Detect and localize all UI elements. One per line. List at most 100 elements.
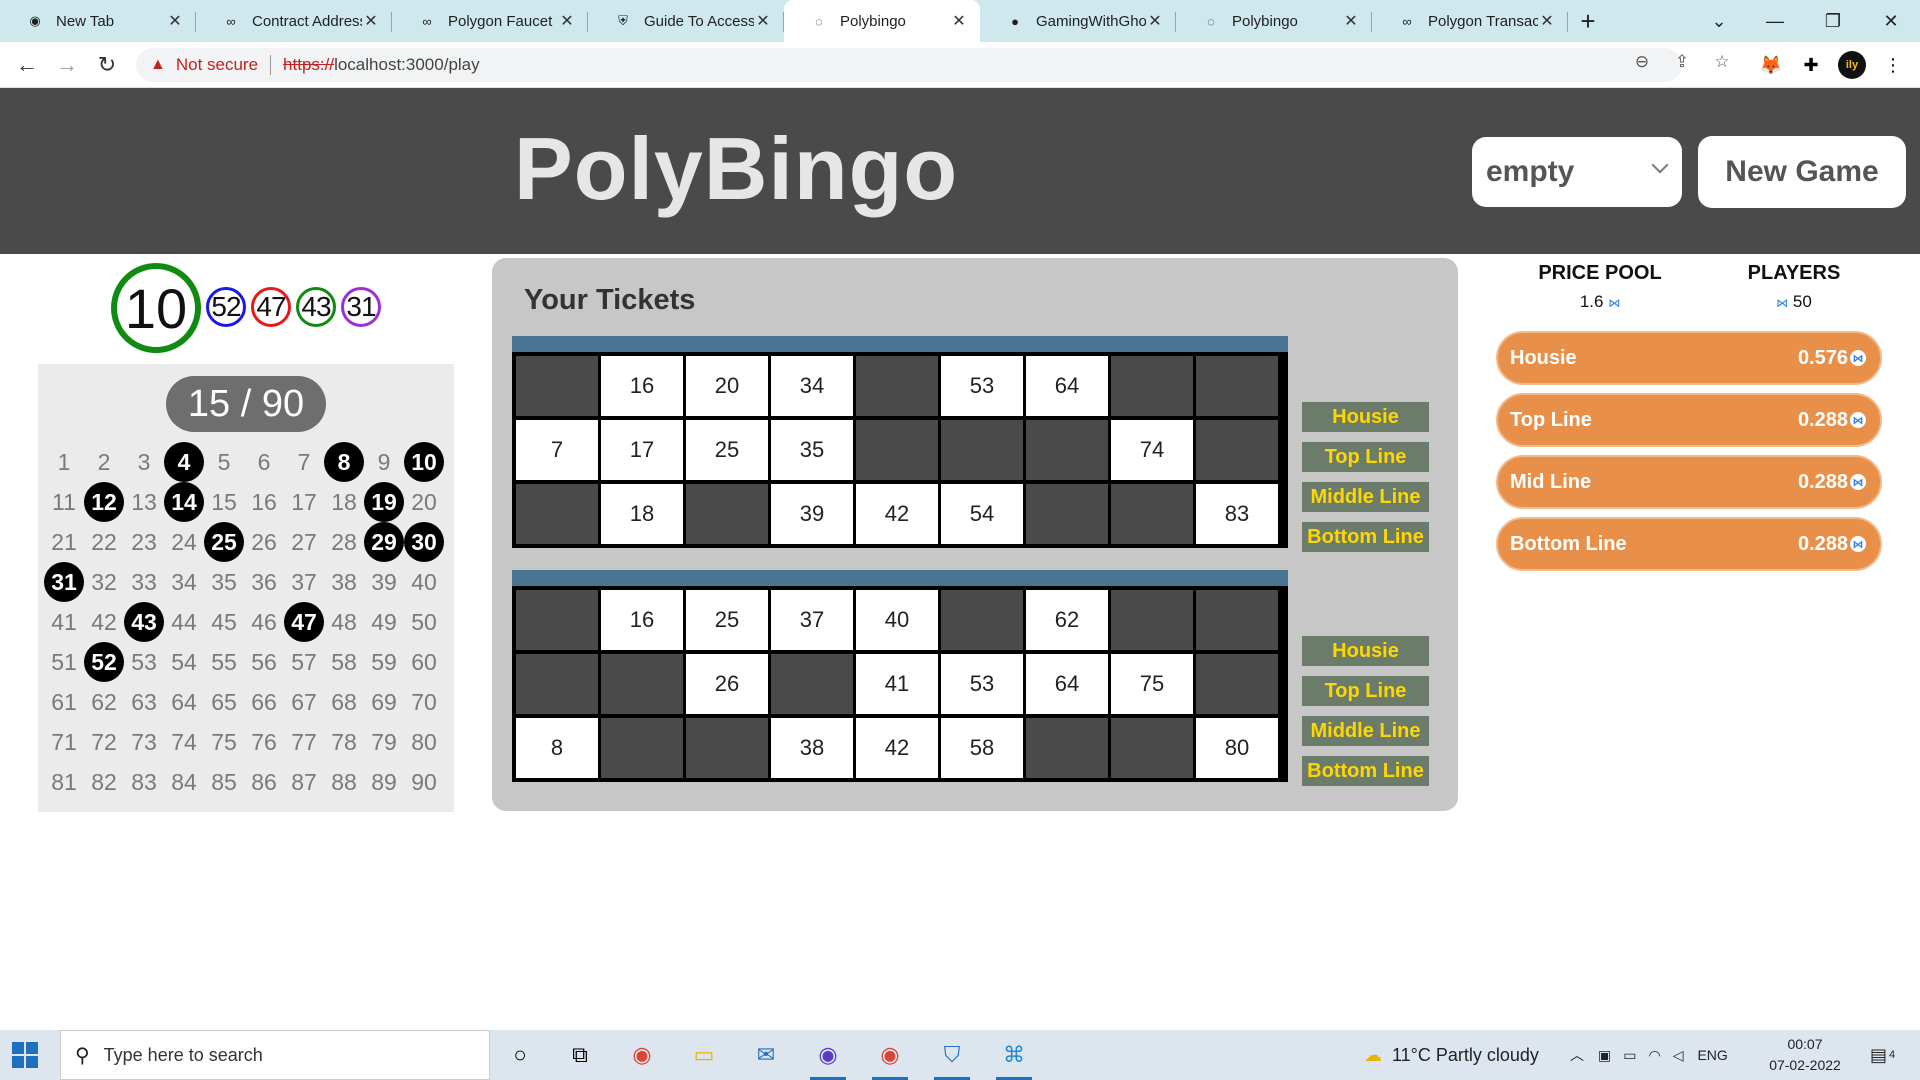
close-window-button[interactable]: ✕: [1862, 0, 1920, 42]
matic-coin-icon: ⋈: [1850, 474, 1866, 490]
ticket-number-cell[interactable]: 53: [941, 654, 1023, 714]
claim-middle-line-button[interactable]: Middle Line: [1302, 716, 1429, 746]
ticket-number-cell[interactable]: 80: [1196, 718, 1278, 778]
clock[interactable]: 00:07 07-02-2022: [1760, 1034, 1850, 1076]
board-number: 67: [284, 682, 324, 722]
uncalled-number: 18: [331, 488, 357, 515]
chrome-profile-icon[interactable]: ◉: [810, 1038, 846, 1080]
ticket-number-cell[interactable]: 64: [1026, 356, 1108, 416]
chrome-active-icon[interactable]: ◉: [872, 1038, 908, 1080]
meet-icon[interactable]: ▣: [1598, 1047, 1611, 1064]
task-view-icon[interactable]: ⧉: [562, 1038, 598, 1072]
metamask-extension-icon[interactable]: 🦊: [1758, 52, 1784, 78]
vscode-icon[interactable]: ⌘: [996, 1038, 1032, 1080]
claim-bottom-line-button[interactable]: Bottom Line: [1302, 756, 1429, 786]
language-indicator[interactable]: ENG: [1697, 1047, 1727, 1063]
close-icon[interactable]: ✕: [1342, 11, 1360, 31]
extensions-puzzle-icon[interactable]: ✚: [1798, 52, 1824, 78]
chevron-up-icon[interactable]: ︿: [1570, 1045, 1584, 1065]
volume-icon[interactable]: ◁: [1673, 1047, 1684, 1064]
called-number: 47: [284, 602, 324, 642]
security-label[interactable]: Not secure: [176, 55, 258, 75]
new-game-button[interactable]: New Game: [1698, 136, 1906, 208]
ticket-number-cell[interactable]: 26: [686, 654, 768, 714]
wifi-icon[interactable]: ◠: [1648, 1047, 1660, 1064]
battery-icon[interactable]: ▭: [1623, 1047, 1636, 1064]
game-select-dropdown[interactable]: empty: [1472, 137, 1682, 207]
ticket-number-cell[interactable]: 42: [856, 484, 938, 544]
taskbar-search-box[interactable]: ⚲ Type here to search: [60, 1030, 490, 1080]
share-icon[interactable]: ⇪: [1670, 50, 1694, 74]
claim-top-line-button[interactable]: Top Line: [1302, 442, 1429, 472]
ticket-number-cell[interactable]: 40: [856, 590, 938, 650]
ticket-number-cell[interactable]: 18: [601, 484, 683, 544]
back-button[interactable]: ←: [12, 50, 42, 80]
restore-button[interactable]: ❐: [1804, 0, 1862, 42]
close-icon[interactable]: ✕: [950, 11, 968, 31]
browser-tab[interactable]: ∞ Polygon Transaction✕: [1372, 0, 1568, 42]
claim-middle-line-button[interactable]: Middle Line: [1302, 482, 1429, 512]
ticket-number-cell[interactable]: 8: [516, 718, 598, 778]
ticket-number-cell[interactable]: 7: [516, 420, 598, 480]
ticket-number-cell[interactable]: 37: [771, 590, 853, 650]
ticket-number-cell[interactable]: 38: [771, 718, 853, 778]
ticket-number-cell[interactable]: 41: [856, 654, 938, 714]
bitwarden-icon[interactable]: ⛉: [934, 1038, 970, 1080]
ticket-number-cell[interactable]: 34: [771, 356, 853, 416]
close-icon[interactable]: ✕: [362, 11, 380, 31]
called-number: 14: [164, 482, 204, 522]
profile-avatar[interactable]: ily: [1838, 51, 1866, 79]
notifications-button[interactable]: ▤ 4: [1870, 1030, 1895, 1080]
tab-search-chevron-icon[interactable]: ⌄: [1690, 0, 1748, 42]
ticket-number-cell[interactable]: 16: [601, 356, 683, 416]
tray-icons[interactable]: ︿ ▣ ▭ ◠ ◁ ENG: [1570, 1030, 1728, 1080]
reload-button[interactable]: ↻: [92, 50, 122, 80]
windows-start-icon[interactable]: [12, 1042, 38, 1068]
chrome-icon[interactable]: ◉: [624, 1038, 660, 1072]
ticket-number-cell[interactable]: 74: [1111, 420, 1193, 480]
ticket-number-cell[interactable]: 54: [941, 484, 1023, 544]
zoom-icon[interactable]: ⊖: [1630, 50, 1654, 74]
ticket-number-cell[interactable]: 20: [686, 356, 768, 416]
ticket-empty-cell: [1026, 718, 1108, 778]
claim-housie-button[interactable]: Housie: [1302, 636, 1429, 666]
browser-tab[interactable]: ◌ Polybingo ✕: [1176, 0, 1372, 42]
close-icon[interactable]: ✕: [1538, 11, 1556, 31]
browser-tab[interactable]: ∞ Polygon Faucet ✕: [392, 0, 588, 42]
ticket-number-cell[interactable]: 75: [1111, 654, 1193, 714]
ticket-number-cell[interactable]: 64: [1026, 654, 1108, 714]
ticket-number-cell[interactable]: 25: [686, 420, 768, 480]
ticket-number-cell[interactable]: 58: [941, 718, 1023, 778]
file-explorer-icon[interactable]: ▭: [686, 1038, 722, 1072]
browser-tab[interactable]: ◌ Polybingo ✕: [784, 0, 980, 42]
ticket-number-cell[interactable]: 62: [1026, 590, 1108, 650]
browser-tab[interactable]: ⛨ Guide To Accessing✕: [588, 0, 784, 42]
claim-bottom-line-button[interactable]: Bottom Line: [1302, 522, 1429, 552]
close-icon[interactable]: ✕: [1146, 11, 1164, 31]
weather-widget[interactable]: ☁ 11°C Partly cloudy: [1364, 1030, 1539, 1080]
minimize-button[interactable]: —: [1746, 0, 1804, 42]
address-bar[interactable]: ▲ Not secure https:// localhost:3000/pla…: [136, 48, 1682, 82]
close-icon[interactable]: ✕: [754, 11, 772, 31]
ticket-number-cell[interactable]: 17: [601, 420, 683, 480]
new-tab-button[interactable]: +: [1568, 0, 1608, 42]
browser-tab[interactable]: ● GamingWithGhost✕: [980, 0, 1176, 42]
close-icon[interactable]: ✕: [166, 11, 184, 31]
ticket-number-cell[interactable]: 16: [601, 590, 683, 650]
ticket-number-cell[interactable]: 53: [941, 356, 1023, 416]
ticket-number-cell[interactable]: 25: [686, 590, 768, 650]
claim-top-line-button[interactable]: Top Line: [1302, 676, 1429, 706]
ticket-number-cell[interactable]: 39: [771, 484, 853, 544]
forward-button[interactable]: →: [52, 50, 82, 80]
browser-tab[interactable]: ∞ Contract Address ✕: [196, 0, 392, 42]
ticket-number-cell[interactable]: 35: [771, 420, 853, 480]
bookmark-star-icon[interactable]: ☆: [1710, 50, 1734, 74]
claim-housie-button[interactable]: Housie: [1302, 402, 1429, 432]
browser-tab[interactable]: ◉ New Tab ✕: [0, 0, 196, 42]
mail-icon[interactable]: ✉: [748, 1038, 784, 1072]
ticket-number-cell[interactable]: 83: [1196, 484, 1278, 544]
close-icon[interactable]: ✕: [558, 11, 576, 31]
cortana-icon[interactable]: ○: [502, 1038, 538, 1072]
ticket-number-cell[interactable]: 42: [856, 718, 938, 778]
chrome-menu-icon[interactable]: ⋮: [1880, 52, 1906, 78]
